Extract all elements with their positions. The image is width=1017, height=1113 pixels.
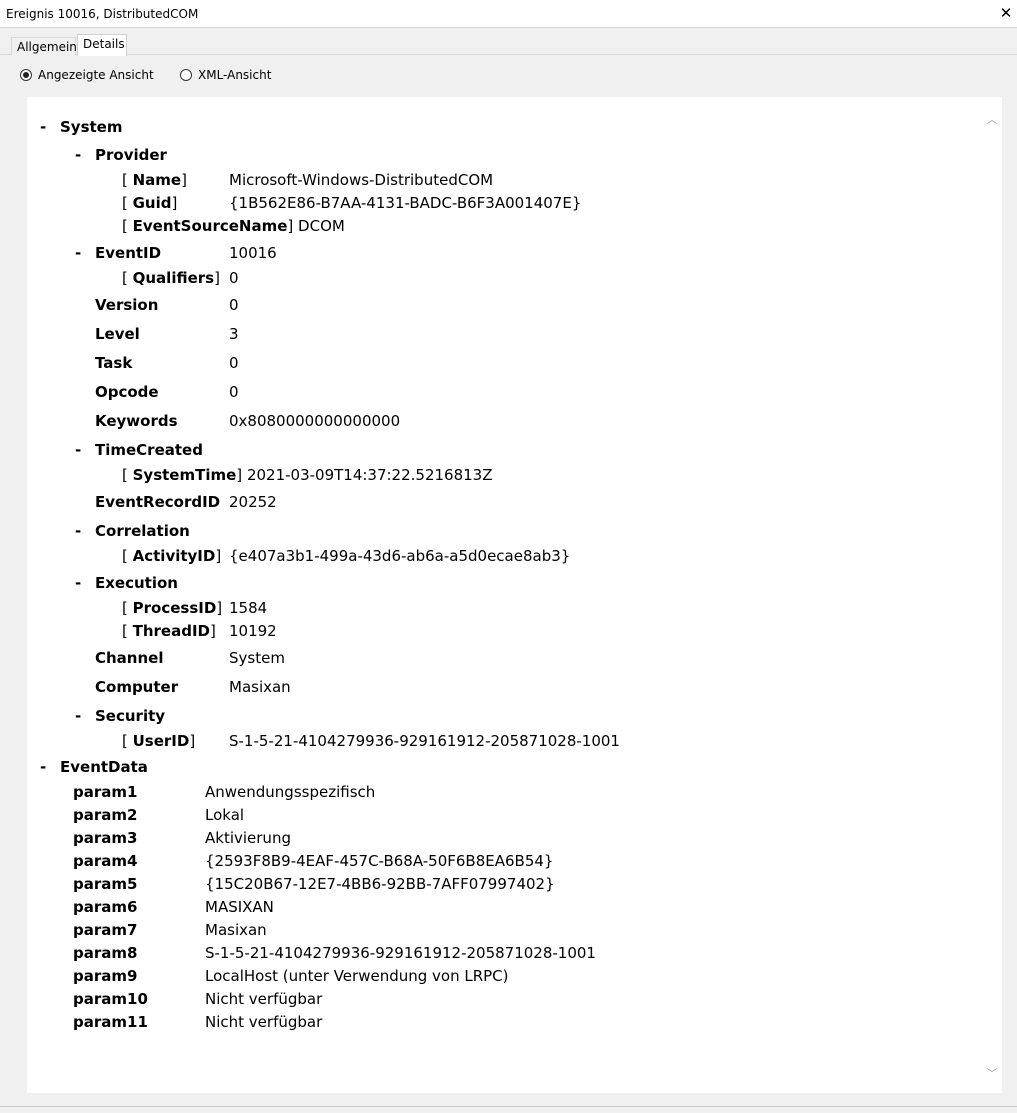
qualifiers-value: 0 xyxy=(229,269,239,287)
threadid-key: [ ThreadID] xyxy=(122,622,216,640)
provider-name-key: [ Name] xyxy=(122,171,187,189)
security-label: Security xyxy=(95,707,166,725)
bottom-divider xyxy=(0,1106,1017,1107)
param-name: param5 xyxy=(73,875,138,893)
param-name: param6 xyxy=(73,898,138,916)
keywords-label: Keywords xyxy=(95,412,178,430)
processid-key: [ ProcessID] xyxy=(122,599,223,617)
param-value: {2593F8B9-4EAF-457C-B68A-50F6B8EA6B54} xyxy=(205,852,554,870)
processid-value: 1584 xyxy=(229,599,268,617)
param-name: param1 xyxy=(73,783,138,801)
xml-view-label: XML-Ansicht xyxy=(198,68,272,82)
param-name: param7 xyxy=(73,921,138,939)
param-name: param8 xyxy=(73,944,138,962)
param-value: Aktivierung xyxy=(205,829,291,847)
tab-allgemein[interactable]: Allgemein xyxy=(11,37,77,55)
timecreated-collapse-toggle[interactable]: - xyxy=(75,441,81,459)
activityid-key: [ ActivityID] xyxy=(122,547,222,565)
provider-collapse-toggle[interactable]: - xyxy=(75,146,81,164)
param-value: Anwendungsspezifisch xyxy=(205,783,376,801)
channel-value: System xyxy=(229,649,285,667)
eventid-label: EventID xyxy=(95,244,162,262)
eventdata-label: EventData xyxy=(60,758,148,776)
system-collapse-toggle[interactable]: - xyxy=(40,118,46,136)
eventdata-collapse-toggle[interactable]: - xyxy=(40,758,46,776)
computer-value: Masixan xyxy=(229,678,291,696)
tab-strip: Allgemein Details xyxy=(0,28,1017,56)
provider-guid-value: {1B562E86-B7AA-4131-BADC-B6F3A001407E} xyxy=(229,194,582,212)
security-collapse-toggle[interactable]: - xyxy=(75,707,81,725)
friendly-view-label: Angezeigte Ansicht xyxy=(38,68,154,82)
channel-label: Channel xyxy=(95,649,164,667)
version-label: Version xyxy=(95,296,159,314)
systemtime-key: [ SystemTime] 2021-03-09T14:37:22.521681… xyxy=(122,466,493,484)
eventid-value: 10016 xyxy=(229,244,277,262)
param-value: {15C20B67-12E7-4BB6-92BB-7AFF07997402} xyxy=(205,875,555,893)
provider-guid-key: [ Guid] xyxy=(122,194,178,212)
param-value: Nicht verfügbar xyxy=(205,990,323,1008)
details-panel[interactable]: - System - Provider [ Name] Microsoft-Wi… xyxy=(27,97,1002,1093)
version-value: 0 xyxy=(229,296,239,314)
param-name: param4 xyxy=(73,852,138,870)
task-label: Task xyxy=(95,354,133,372)
activityid-value: {e407a3b1-499a-43d6-ab6a-a5d0ecae8ab3} xyxy=(229,547,571,565)
execution-collapse-toggle[interactable]: - xyxy=(75,574,81,592)
radio-selected-icon xyxy=(20,69,32,81)
title-bar: Ereignis 10016, DistributedCOM ✕ xyxy=(0,0,1017,28)
execution-label: Execution xyxy=(95,574,178,592)
param-name: param3 xyxy=(73,829,138,847)
close-icon[interactable]: ✕ xyxy=(998,4,1014,22)
event-source-name-key: [ EventSourceName] DCOM xyxy=(122,217,345,235)
scroll-up-icon[interactable]: ︿ xyxy=(985,111,999,126)
param-value: LocalHost (unter Verwendung von LRPC) xyxy=(205,967,509,985)
window-title: Ereignis 10016, DistributedCOM xyxy=(6,7,199,21)
vertical-scrollbar[interactable]: ︿ ﹀ xyxy=(982,97,1002,1093)
computer-label: Computer xyxy=(95,678,179,696)
tab-details[interactable]: Details xyxy=(77,34,127,56)
eventrecordid-label: EventRecordID xyxy=(95,493,221,511)
param-name: param2 xyxy=(73,806,138,824)
param-value: S-1-5-21-4104279936-929161912-205871028-… xyxy=(205,944,596,962)
param-value: Lokal xyxy=(205,806,245,824)
timecreated-label: TimeCreated xyxy=(95,441,203,459)
eventid-collapse-toggle[interactable]: - xyxy=(75,244,81,262)
param-value: MASIXAN xyxy=(205,898,274,916)
provider-label: Provider xyxy=(95,146,167,164)
param-name: param10 xyxy=(73,990,148,1008)
radio-unselected-icon xyxy=(180,69,192,81)
correlation-collapse-toggle[interactable]: - xyxy=(75,522,81,540)
view-selector: Angezeigte Ansicht XML-Ansicht xyxy=(0,55,1017,97)
correlation-label: Correlation xyxy=(95,522,190,540)
param-value: Nicht verfügbar xyxy=(205,1013,323,1031)
level-label: Level xyxy=(95,325,140,343)
param-name: param11 xyxy=(73,1013,148,1031)
friendly-view-radio[interactable]: Angezeigte Ansicht xyxy=(20,68,154,82)
keywords-value: 0x8080000000000000 xyxy=(229,412,401,430)
qualifiers-key: [ Qualifiers] xyxy=(122,269,220,287)
xml-view-radio[interactable]: XML-Ansicht xyxy=(180,68,271,82)
system-label: System xyxy=(60,118,123,136)
eventrecordid-value: 20252 xyxy=(229,493,277,511)
param-name: param9 xyxy=(73,967,138,985)
scroll-down-icon[interactable]: ﹀ xyxy=(985,1065,999,1080)
param-value: Masixan xyxy=(205,921,267,939)
opcode-value: 0 xyxy=(229,383,239,401)
task-value: 0 xyxy=(229,354,239,372)
userid-value: S-1-5-21-4104279936-929161912-205871028-… xyxy=(229,732,620,750)
opcode-label: Opcode xyxy=(95,383,159,401)
provider-name-value: Microsoft-Windows-DistributedCOM xyxy=(229,171,494,189)
userid-key: [ UserID] xyxy=(122,732,196,750)
level-value: 3 xyxy=(229,325,239,343)
threadid-value: 10192 xyxy=(229,622,277,640)
